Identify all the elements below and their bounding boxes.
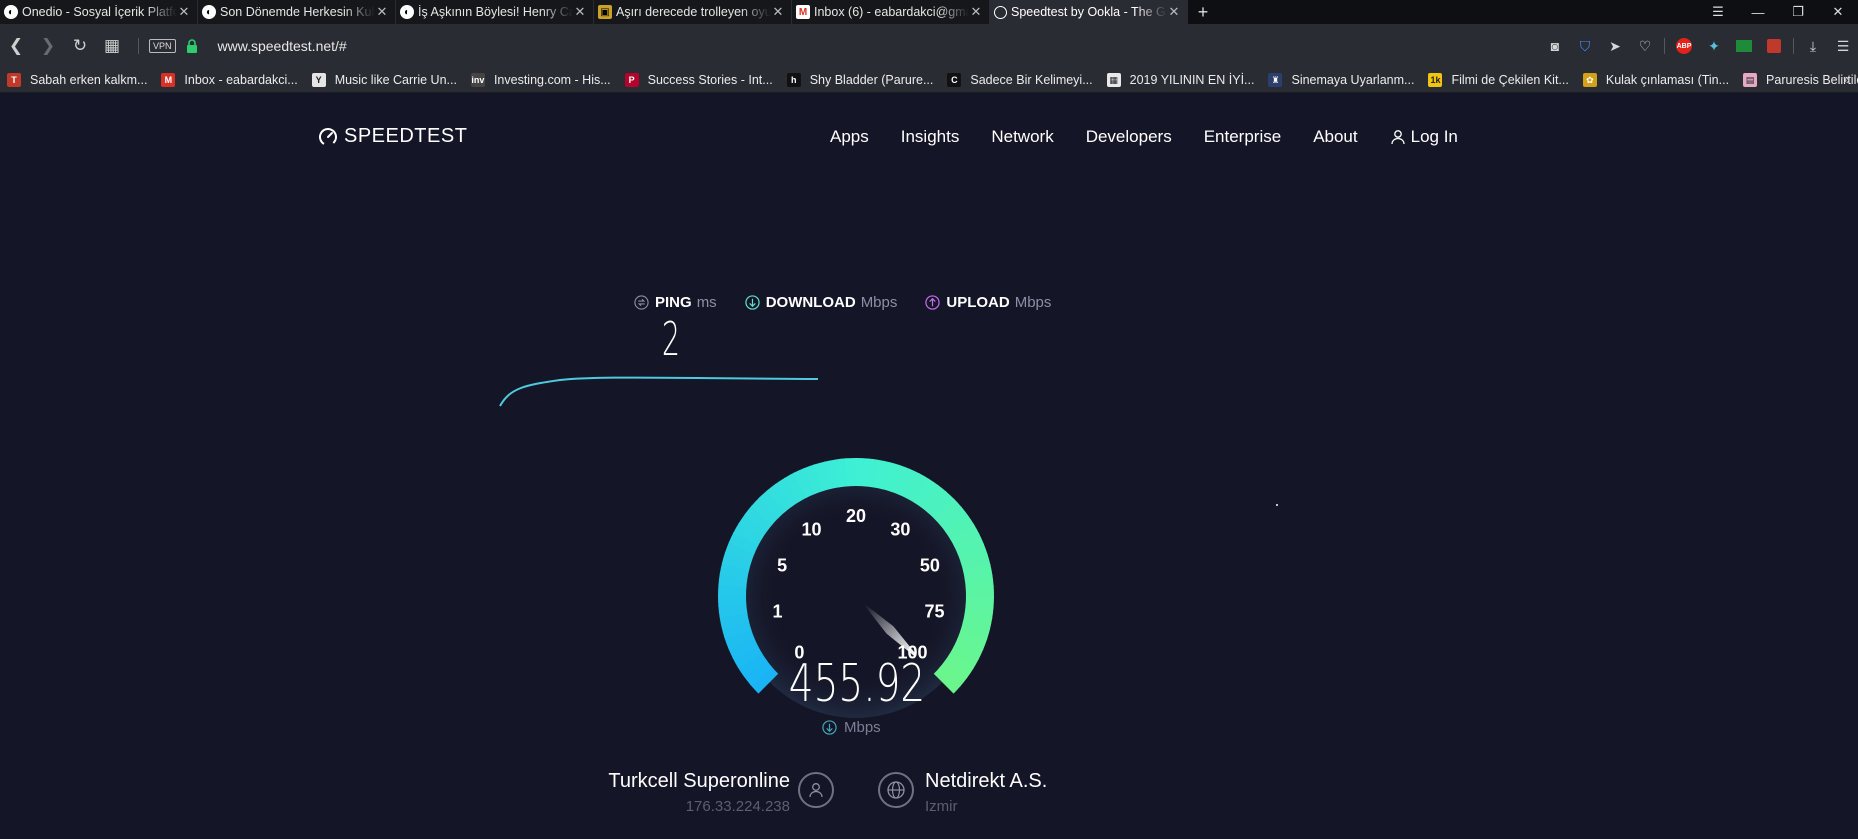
gauge-arc-segment bbox=[920, 484, 947, 514]
gauge-arc-segment bbox=[793, 467, 816, 499]
gauge-arc-segment bbox=[783, 472, 808, 503]
gauge-arc-segment bbox=[864, 458, 880, 488]
gauge-arc-segment bbox=[732, 644, 763, 669]
gauge-arc-segment bbox=[766, 483, 793, 513]
gauge-arc-segment bbox=[962, 563, 993, 581]
gauge-arc-segment bbox=[889, 464, 911, 495]
server-info[interactable]: Netdirekt A.S. Izmir bbox=[925, 770, 1047, 815]
gauge-arc-segment bbox=[823, 459, 841, 490]
gauge-arc-segment bbox=[718, 583, 747, 597]
speed-unit: Mbps bbox=[822, 719, 881, 736]
gauge-arc-segment bbox=[774, 477, 800, 508]
gauge-arc-segment bbox=[957, 629, 988, 651]
gauge-arc-segment bbox=[964, 604, 994, 620]
gauge-arc-segment bbox=[953, 637, 984, 661]
gauge-scale-label: 5 bbox=[777, 555, 787, 575]
gauge-arc-segment bbox=[855, 458, 869, 487]
gauge-scale-label: 20 bbox=[846, 506, 866, 526]
gauge-arc-segment bbox=[721, 551, 752, 571]
gauge-arc-segment bbox=[933, 667, 961, 694]
gauge-arc-segment bbox=[724, 541, 755, 563]
gauge-scale-label: 1 bbox=[773, 602, 783, 622]
gauge-arc-segment bbox=[718, 572, 748, 588]
gauge-arc-segment bbox=[960, 621, 991, 641]
gauge-arc-segment bbox=[949, 523, 980, 548]
gauge-arc-segment bbox=[721, 620, 752, 639]
gauge-scale-label: 50 bbox=[920, 555, 940, 575]
gauge-arc-segment bbox=[881, 461, 901, 492]
gauge-arc-segment bbox=[965, 595, 994, 609]
gauge-arc-segment bbox=[953, 533, 985, 556]
gauge-arc-segment bbox=[873, 459, 890, 490]
gauge-scale-label: 30 bbox=[890, 519, 910, 539]
gauge-arc-segment bbox=[733, 522, 763, 547]
gauge-arc-segment bbox=[718, 603, 748, 618]
gauge-arc-segment bbox=[905, 473, 930, 503]
gauge-arc-segment bbox=[938, 660, 968, 687]
gauge-arc-segment bbox=[913, 478, 939, 508]
gauge-arc-segment bbox=[834, 458, 849, 488]
user-icon bbox=[798, 772, 834, 808]
gauge-arc-segment bbox=[750, 666, 779, 694]
gauge-arc-segment bbox=[813, 461, 832, 492]
gauge-arc-segment bbox=[962, 613, 993, 630]
gauge-arc-segment bbox=[751, 497, 780, 525]
server-location: Izmir bbox=[925, 798, 958, 815]
gauge-arc-segment bbox=[933, 498, 962, 526]
download-icon bbox=[822, 720, 837, 735]
gauge-arc-segment bbox=[944, 653, 974, 679]
gauge-arc-segment bbox=[724, 628, 755, 649]
isp-ip: 176.33.224.238 bbox=[685, 798, 790, 815]
gauge-arc-segment bbox=[897, 468, 921, 499]
server-name: Netdirekt A.S. bbox=[925, 770, 1048, 792]
gauge-arc-segment bbox=[803, 464, 824, 495]
gauge-arc-segment bbox=[727, 636, 759, 659]
isp-info: Turkcell Superonline 176.33.224.238 bbox=[560, 770, 790, 815]
gauge-arc-segment bbox=[957, 543, 988, 564]
gauge-arc-segment bbox=[728, 531, 759, 555]
gauge-arc-segment bbox=[944, 514, 975, 540]
gauge-arc-segment bbox=[743, 659, 773, 686]
gauge-arc-segment bbox=[960, 553, 991, 572]
gauge-arc-segment bbox=[949, 645, 979, 670]
gauge-scale-label: 75 bbox=[924, 602, 944, 622]
globe-icon[interactable] bbox=[878, 772, 914, 808]
speed-unit-label: Mbps bbox=[844, 719, 881, 736]
gauge-scale-label: 10 bbox=[802, 519, 822, 539]
gauge-arc-segment bbox=[744, 505, 774, 532]
download-speed-value: 455.92 bbox=[788, 654, 926, 714]
gauge-arc-segment bbox=[939, 506, 969, 533]
isp-name: Turkcell Superonline bbox=[608, 770, 790, 792]
gauge-arc-segment bbox=[758, 490, 786, 519]
gauge-arc-segment bbox=[738, 513, 768, 539]
gauge-arc-segment bbox=[719, 611, 750, 629]
gauge-arc-segment bbox=[927, 491, 955, 520]
gauge-arc-segment bbox=[719, 562, 750, 579]
gauge-arc-segment bbox=[964, 574, 994, 589]
gauge-arc-segment bbox=[737, 652, 768, 678]
